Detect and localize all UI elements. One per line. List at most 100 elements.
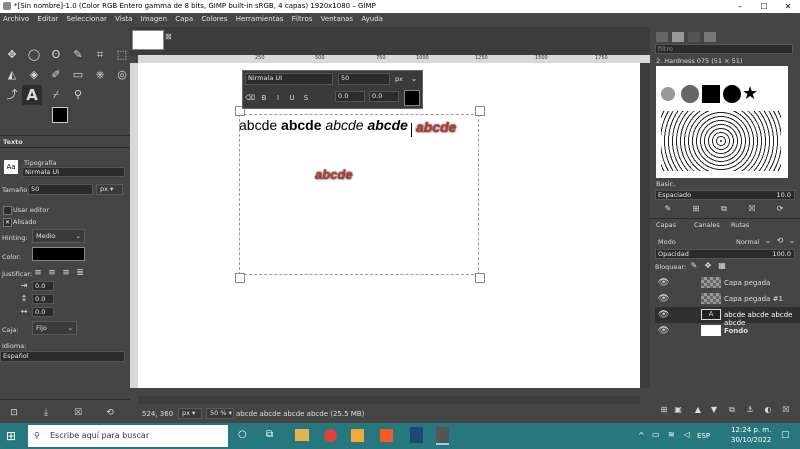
brush-soft[interactable] [681,85,699,103]
selected-brush[interactable] [702,85,720,103]
text-color-button[interactable] [32,247,85,261]
menu-herramientas[interactable]: Herramientas [233,13,287,25]
delete-layer-icon[interactable]: ☒ [778,402,794,418]
document-history-tab-icon[interactable] [704,32,716,42]
paths-tool-icon[interactable]: ⤴ [4,87,20,103]
color-picker-icon[interactable]: ⌿ [48,87,64,103]
tab-capas[interactable]: Capas [656,221,676,229]
file-explorer-icon[interactable] [295,429,309,441]
menu-vista[interactable]: Vista [112,13,135,25]
delete-brush-icon[interactable]: ☒ [744,201,760,217]
brush-circle[interactable] [723,85,741,103]
duplicate-brush-icon[interactable]: ⧉ [716,201,732,217]
layer-row[interactable]: 👁 Capa pegada [655,275,800,291]
menu-editar[interactable]: Editar [34,13,61,25]
text-box-frame[interactable] [239,114,479,275]
network-icon[interactable]: ▭ [652,430,660,439]
image-canvas[interactable]: abcde abcde abcde abcde abcde abcde [138,63,640,388]
bold-style-icon[interactable]: B [259,90,269,102]
eye-icon[interactable]: 👁 [658,278,669,288]
lower-layer-icon[interactable]: ▼ [706,402,722,418]
app-icon[interactable] [410,427,423,443]
unit-select[interactable]: px ▾ [178,408,202,419]
taskbar-search[interactable]: ⚲ Escribe aquí para buscar [28,425,228,447]
minimize-button[interactable]: – [728,0,752,13]
volume-icon[interactable]: ◁ [684,430,690,439]
font-input[interactable]: Nirmala UI [22,167,125,177]
layer-row[interactable]: 👁 Fondo [655,323,800,339]
box-select[interactable]: Fijo ⌄ [32,321,77,335]
tab-canales[interactable]: Canales [694,221,720,229]
mask-layer-icon[interactable]: ◐ [760,402,776,418]
brushes-tab-icon[interactable] [656,32,668,42]
underline-style-icon[interactable]: U [287,90,297,102]
use-editor-checkbox[interactable] [3,206,12,215]
gimp-taskbar-icon[interactable] [436,427,449,445]
close-button[interactable]: ✕ [776,0,800,13]
eraser-icon[interactable]: ▭ [70,67,86,83]
new-group-icon[interactable]: ▣ [670,402,686,418]
hinting-select[interactable]: Medio ⌄ [32,229,85,243]
media-player-icon[interactable] [380,429,393,442]
brush-texture-set[interactable] [661,111,781,171]
eye-icon[interactable]: 👁 [658,294,669,304]
lock-alpha-icon[interactable]: ▦ [714,258,730,274]
menu-seleccionar[interactable]: Seleccionar [63,13,110,25]
brush-filter-input[interactable]: filtro [655,44,793,54]
clone-tool-icon[interactable]: ⎈ [92,67,108,83]
resize-handle[interactable] [475,106,485,116]
size-input[interactable]: 50 [28,184,93,195]
new-brush-icon[interactable]: ⊞ [688,201,704,217]
language-input[interactable]: Español [0,351,125,362]
wifi-icon[interactable]: ≋ [668,430,675,439]
spacing-field[interactable]: Espaciado 10.0 [655,190,795,200]
language-indicator[interactable]: ESP [697,432,710,440]
image-thumbnail-tab[interactable] [132,30,164,50]
restore-options-icon[interactable]: ⤓ [38,405,54,421]
resize-handle[interactable] [235,273,245,283]
notifications-icon[interactable]: ▢ [781,430,790,440]
raise-layer-icon[interactable]: ▲ [690,402,706,418]
brush-star[interactable]: ★ [742,83,758,104]
kerning-input[interactable]: 0.0 [369,91,399,102]
mode-value[interactable]: Normal [736,238,760,246]
zoom-select[interactable]: 50 % ▾ [206,408,234,419]
fonts-tab-icon[interactable] [688,32,700,42]
clear-style-icon[interactable]: ⌫ [245,90,255,102]
menu-imagen[interactable]: Imagen [138,13,170,25]
smudge-tool-icon[interactable]: ◎ [114,67,130,83]
crop-tool-icon[interactable]: ⌗ [92,47,108,63]
line-spacing-input[interactable]: 0.0 [32,294,54,304]
patterns-tab-icon[interactable] [672,32,684,42]
refresh-brush-icon[interactable]: ⟳ [772,201,788,217]
menu-filtros[interactable]: Filtros [289,13,316,25]
vertical-scrollbar[interactable] [640,63,650,388]
resize-handle[interactable] [475,273,485,283]
eye-icon[interactable]: 👁 [658,310,669,320]
paint-icon[interactable] [351,429,364,442]
delete-options-icon[interactable]: ☒ [70,405,86,421]
ellipse-select-icon[interactable]: ◯ [26,47,42,63]
menu-capa[interactable]: Capa [172,13,196,25]
maximize-button[interactable]: ☐ [752,0,776,13]
horizontal-scrollbar[interactable] [138,396,640,404]
edit-brush-icon[interactable]: ✎ [660,201,676,217]
tray-chevron-icon[interactable]: ^ [638,431,645,440]
toolbar-size-input[interactable]: 50 [338,73,390,85]
task-view-icon[interactable]: ⧉ [266,429,273,440]
free-select-icon[interactable]: ʘ [48,47,64,63]
warp-transform-icon[interactable]: ◭ [4,67,20,83]
text-tool-icon[interactable]: A [22,85,42,105]
chrome-icon[interactable] [324,429,337,442]
baseline-input[interactable]: 0.0 [335,91,365,102]
zoom-tool-icon[interactable]: ⚲ [70,87,86,103]
duplicate-layer-icon[interactable]: ⧉ [724,402,740,418]
anchor-layer-icon[interactable]: ⚓ [742,402,758,418]
menu-ventanas[interactable]: Ventanas [318,13,356,25]
layer-row-selected[interactable]: 👁 A abcde abcde abcde abcde [655,307,800,327]
letter-spacing-input[interactable]: 0.0 [32,307,54,317]
strikethrough-style-icon[interactable]: S [301,90,311,102]
eye-icon[interactable]: 👁 [658,326,669,336]
clock-time[interactable]: 12:24 p. m. [731,426,771,434]
antialias-checkbox[interactable]: ✕ [3,218,12,227]
